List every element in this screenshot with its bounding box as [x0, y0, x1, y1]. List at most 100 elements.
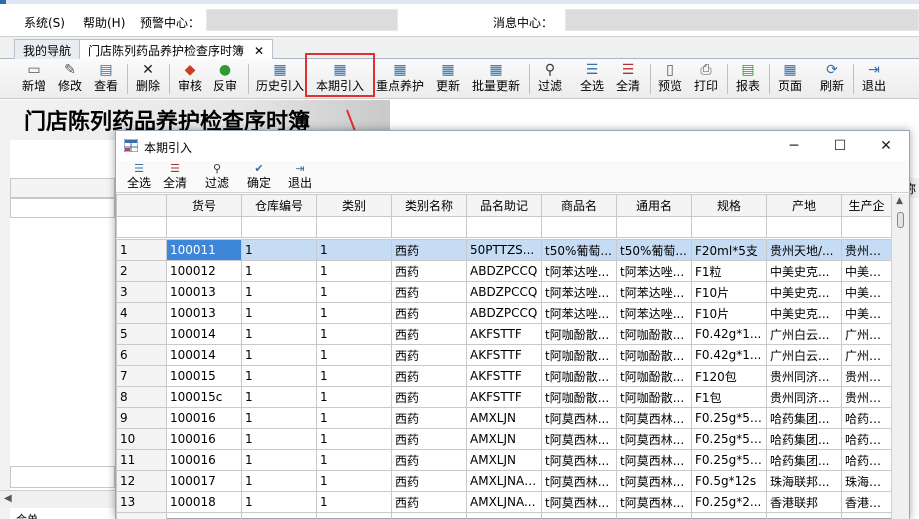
table-cell[interactable]: 中美史克: [841, 281, 892, 303]
print-button[interactable]: ⎙ 打印: [692, 60, 720, 97]
table-cell[interactable]: t阿莫西林...: [541, 407, 617, 429]
filter-cell[interactable]: [166, 216, 242, 238]
row-number-cell[interactable]: 10: [116, 428, 167, 450]
table-cell[interactable]: 中美史克: [841, 302, 892, 324]
dialog-clear-all-button[interactable]: ☰ 全清: [160, 163, 190, 191]
table-cell[interactable]: [766, 512, 842, 519]
row-number-cell[interactable]: [116, 512, 167, 519]
column-header[interactable]: 生产企: [841, 194, 892, 217]
table-row[interactable]: [116, 512, 892, 519]
clear-all-button[interactable]: ☰ 全清: [614, 60, 642, 97]
table-cell[interactable]: 100018: [166, 491, 242, 513]
filter-cell[interactable]: [466, 216, 542, 238]
tab-my-navigation[interactable]: 我的导航: [14, 39, 81, 59]
vertical-scrollbar[interactable]: ▲: [891, 194, 909, 519]
filter-cell[interactable]: [391, 216, 467, 238]
column-header[interactable]: 品名助记: [466, 194, 542, 217]
table-cell[interactable]: [466, 512, 542, 519]
view-button[interactable]: ▤ 查看: [92, 60, 120, 97]
dialog-exit-button[interactable]: ⇥ 退出: [285, 163, 315, 191]
exit-button[interactable]: ⇥ 退出: [860, 60, 888, 97]
table-cell[interactable]: F20ml*5支: [691, 239, 767, 261]
table-cell[interactable]: 50PTTZS...: [466, 239, 542, 261]
table-row[interactable]: 11 100016 1 1 西药 AMXLJN t阿莫西林... t阿莫西林... F0.25g…: [116, 449, 892, 471]
table-cell[interactable]: 贵州天地/...: [766, 239, 842, 261]
table-cell[interactable]: 1: [316, 239, 392, 261]
table-cell[interactable]: 1: [241, 428, 317, 450]
table-cell[interactable]: 广州白云...: [766, 323, 842, 345]
table-cell[interactable]: 1: [316, 260, 392, 282]
table-cell[interactable]: [316, 512, 392, 519]
table-cell[interactable]: ABDZPCCQ: [466, 281, 542, 303]
message-center-field[interactable]: [565, 9, 919, 31]
table-cell[interactable]: t阿咖酚散...: [541, 344, 617, 366]
background-horizontal-scrollbar[interactable]: ◀: [0, 490, 115, 508]
table-cell[interactable]: AMXLJN: [466, 407, 542, 429]
table-cell[interactable]: 哈药集团: [841, 407, 892, 429]
table-cell[interactable]: F0.42g*1...: [691, 323, 767, 345]
table-cell[interactable]: t阿苯达唑...: [616, 260, 692, 282]
table-row[interactable]: 7 100015 1 1 西药 AKFSTTF t阿咖酚散... t阿咖酚散... F120包贵…: [116, 365, 892, 387]
unapprove-button[interactable]: ● 反审: [211, 60, 239, 97]
table-cell[interactable]: 100016: [166, 449, 242, 471]
table-row[interactable]: 3 100013 1 1 西药 ABDZPCCQ t阿苯达唑... t阿苯达唑... F10片中…: [116, 281, 892, 303]
table-cell[interactable]: t阿咖酚散...: [616, 365, 692, 387]
table-cell[interactable]: F10片: [691, 281, 767, 303]
table-cell[interactable]: 西药: [391, 260, 467, 282]
table-cell[interactable]: 西药: [391, 386, 467, 408]
table-cell[interactable]: t阿莫西林...: [541, 491, 617, 513]
table-cell[interactable]: 100013: [166, 281, 242, 303]
refresh-button[interactable]: ⟳ 刷新: [818, 60, 846, 97]
row-number-cell[interactable]: 13: [116, 491, 167, 513]
table-cell[interactable]: AMXLJNA...: [466, 491, 542, 513]
table-cell[interactable]: [841, 512, 892, 519]
table-cell[interactable]: t阿苯达唑...: [541, 302, 617, 324]
table-cell[interactable]: F120包: [691, 365, 767, 387]
table-cell[interactable]: 100014: [166, 323, 242, 345]
table-cell[interactable]: t阿咖酚散...: [541, 365, 617, 387]
table-row[interactable]: 8 100015c 1 1 西药 AKFSTTF t阿咖酚散... t阿咖酚散... F1包 贵州…: [116, 386, 892, 408]
close-icon[interactable]: ✕: [254, 44, 264, 58]
table-cell[interactable]: 西药: [391, 344, 467, 366]
table-cell[interactable]: 西药: [391, 239, 467, 261]
row-number-cell[interactable]: 12: [116, 470, 167, 492]
report-button[interactable]: ▤ 报表: [734, 60, 762, 97]
key-maintenance-button[interactable]: ▦ 重点养护: [375, 60, 425, 97]
table-cell[interactable]: 西药: [391, 407, 467, 429]
table-cell[interactable]: ABDZPCCQ: [466, 260, 542, 282]
table-cell[interactable]: 1: [241, 365, 317, 387]
row-number-cell[interactable]: 5: [116, 323, 167, 345]
table-cell[interactable]: 西药: [391, 323, 467, 345]
table-cell[interactable]: 西药: [391, 365, 467, 387]
table-cell[interactable]: 1: [316, 428, 392, 450]
table-cell[interactable]: 广州白云: [841, 323, 892, 345]
table-cell[interactable]: t阿咖酚散...: [541, 323, 617, 345]
table-cell[interactable]: [616, 512, 692, 519]
row-number-cell[interactable]: 4: [116, 302, 167, 324]
filter-cell[interactable]: [766, 216, 842, 238]
scrollbar-thumb[interactable]: [897, 212, 904, 228]
table-cell[interactable]: 100011: [166, 239, 242, 261]
approve-button[interactable]: ◆ 审核: [176, 60, 204, 97]
table-cell[interactable]: [166, 512, 242, 519]
table-cell[interactable]: t阿莫西林...: [541, 449, 617, 471]
menu-system[interactable]: 系统(S): [24, 14, 65, 31]
table-cell[interactable]: F10片: [691, 302, 767, 324]
table-cell[interactable]: 珠海联邦: [841, 470, 892, 492]
edit-button[interactable]: ✎ 修改: [56, 60, 84, 97]
table-cell[interactable]: 西药: [391, 281, 467, 303]
dialog-select-all-button[interactable]: ☰ 全选: [124, 163, 154, 191]
table-cell[interactable]: t阿莫西林...: [616, 470, 692, 492]
table-cell[interactable]: t阿咖酚散...: [616, 344, 692, 366]
table-cell[interactable]: 100014: [166, 344, 242, 366]
table-cell[interactable]: 贵州同济: [841, 365, 892, 387]
filter-cell[interactable]: [616, 216, 692, 238]
table-cell[interactable]: 100017: [166, 470, 242, 492]
row-number-cell[interactable]: 1: [116, 239, 167, 261]
menu-help[interactable]: 帮助(H): [83, 14, 125, 31]
column-header[interactable]: 货号: [166, 194, 242, 217]
table-cell[interactable]: F0.25g*50s: [691, 428, 767, 450]
table-row[interactable]: 6 100014 1 1 西药 AKFSTTF t阿咖酚散... t阿咖酚散... F0.42g…: [116, 344, 892, 366]
table-cell[interactable]: 1: [316, 470, 392, 492]
table-cell[interactable]: 中美史克...: [766, 281, 842, 303]
